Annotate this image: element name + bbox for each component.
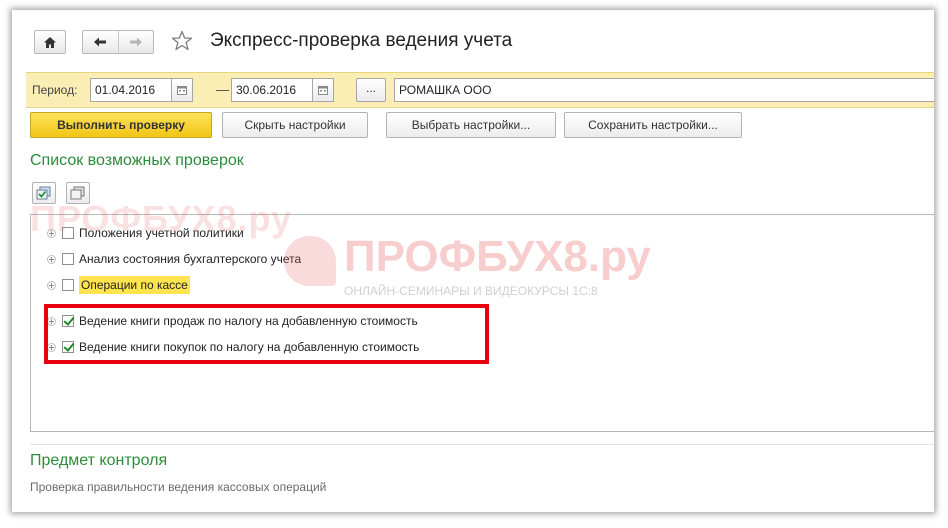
expand-plus-icon[interactable] [47,254,56,264]
tree-row-label: Анализ состояния бухгалтерского учета [79,252,302,266]
watermark-large: ПРОФБУХ8.ру ОНЛАЙН-СЕМИНАРЫ И ВИДЕОКУРСЫ… [284,232,684,306]
watermark-small: ПРОФБУХ8.ру [30,198,293,239]
arrow-right-icon [129,37,142,47]
calendar-icon [177,85,187,95]
tree-row[interactable]: Операции по кассе [47,275,190,295]
calendar-icon [318,85,328,95]
date-to-calendar-button[interactable] [312,78,334,102]
organization-field[interactable]: РОМАШКА ООО [394,78,934,102]
period-separator: — [216,82,229,97]
check-checkbox[interactable] [62,279,74,291]
check-checkbox[interactable] [62,253,74,265]
subject-section-title: Предмет контроля [30,452,168,469]
navigation-group [82,30,154,54]
page-title: Экспресс-проверка ведения учета [210,30,513,51]
period-bar: Период: 01.04.2016 — 30.06.2016 ... РОМА… [26,72,934,108]
run-check-button[interactable]: Выполнить проверку [30,112,212,138]
brand-logo-icon [284,236,336,286]
tree-row[interactable]: Анализ состояния бухгалтерского учета [47,249,301,269]
title-bar: Экспресс-проверка ведения учета [12,10,934,72]
hide-settings-button[interactable]: Скрыть настройки [222,112,368,138]
choose-settings-button[interactable]: Выбрать настройки... [386,112,556,138]
date-to-field[interactable]: 30.06.2016 [231,78,313,102]
home-icon [44,36,56,48]
date-from-field[interactable]: 01.04.2016 [90,78,172,102]
checks-section-title: Список возможных проверок [30,152,244,169]
star-icon [171,30,193,51]
watermark-brand: ПРОФБУХ8.ру [344,232,651,281]
subject-description: Проверка правильности ведения кассовых о… [30,480,327,494]
forward-button[interactable] [118,31,153,53]
period-label: Период: [32,83,78,97]
arrow-left-icon [94,37,107,47]
date-from-calendar-button[interactable] [171,78,193,102]
back-button[interactable] [83,31,118,53]
app-window: Экспресс-проверка ведения учета Период: … [12,10,934,512]
watermark-tagline: ОНЛАЙН-СЕМИНАРЫ И ВИДЕОКУРСЫ 1С:8 [344,284,598,298]
tree-row-label: Операции по кассе [79,276,190,294]
home-button[interactable] [34,30,66,54]
expand-plus-icon[interactable] [47,280,56,290]
save-settings-button[interactable]: Сохранить настройки... [564,112,742,138]
section-divider [30,444,934,445]
highlight-frame [44,304,489,364]
select-period-button[interactable]: ... [356,78,386,102]
favorite-button[interactable] [170,29,194,53]
